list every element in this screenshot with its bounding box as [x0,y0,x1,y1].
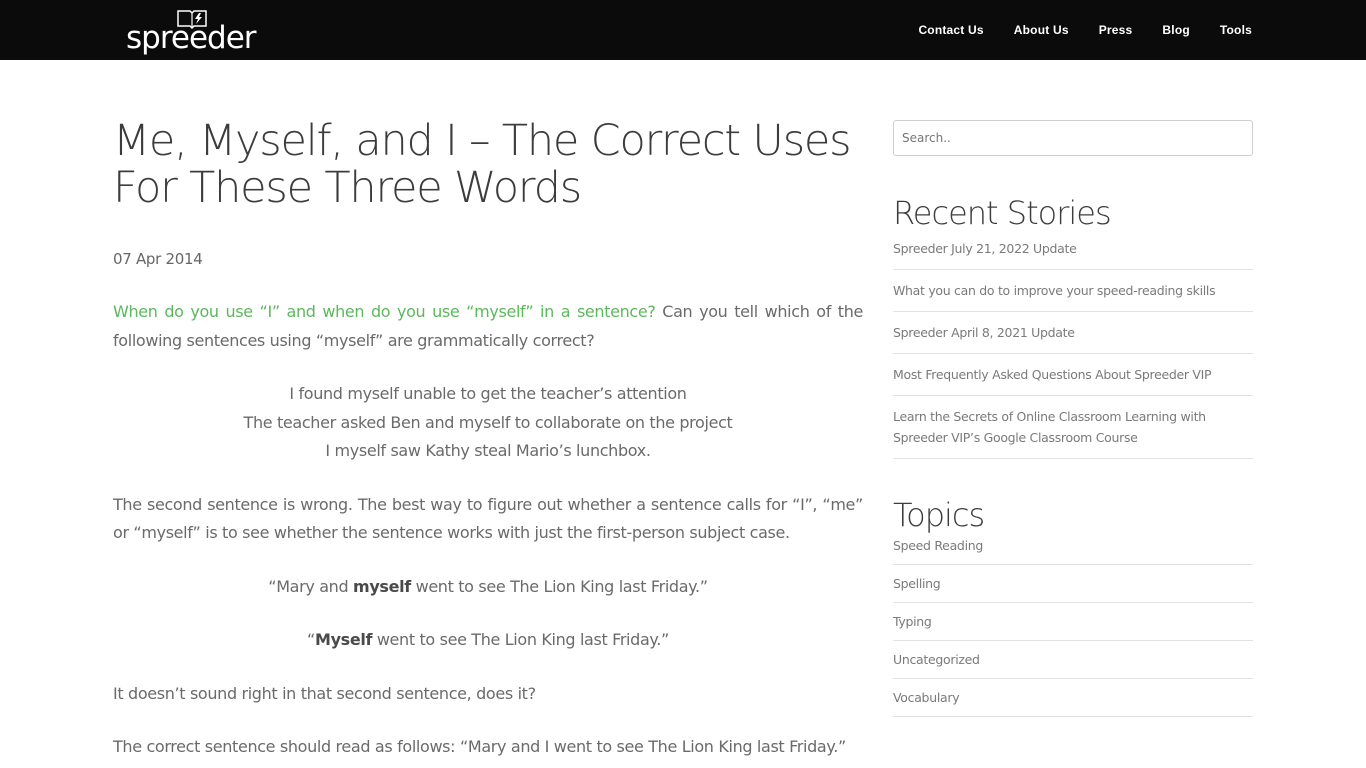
nav-press[interactable]: Press [1099,23,1133,37]
article: Me, Myself, and I – The Correct Uses For… [113,118,863,762]
example-text: went to see The Lion King last Friday.” [372,630,669,649]
intro-highlight: When do you use “I” and when do you use … [113,302,656,321]
nav-tools[interactable]: Tools [1220,23,1252,37]
correct-sentence-paragraph: The correct sentence should read as foll… [113,737,846,756]
site-logo[interactable]: spreeder [126,9,266,55]
explanation-paragraph: The second sentence is wrong. The best w… [113,494,863,543]
example-text: went to see The Lion King last Friday.” [410,576,708,596]
recent-story-link[interactable]: What you can do to improve your speed-re… [893,270,1253,312]
nav-blog[interactable]: Blog [1162,23,1189,37]
search-input[interactable] [893,120,1253,156]
top-navbar: spreeder Contact Us About Us Press Blog … [0,0,1366,60]
recent-stories-list: Spreeder July 21, 2022 Update What you c… [893,233,1253,459]
topic-spelling[interactable]: Spelling [893,565,1253,603]
recent-stories-heading: Recent Stories [893,194,1112,232]
recent-story-link[interactable]: Learn the Secrets of Online Classroom Le… [893,396,1253,459]
recent-story-link[interactable]: Spreeder July 21, 2022 Update [893,233,1253,270]
example-myself: “Myself went to see The Lion King last F… [113,626,863,655]
example-text: “ [307,630,315,649]
sidebar: Recent Stories Spreeder July 21, 2022 Up… [893,120,1253,717]
example-sentence: The teacher asked Ben and myself to coll… [243,412,733,432]
example-sentence: I found myself unable to get the teacher… [289,384,687,403]
recent-story-link[interactable]: Most Frequently Asked Questions About Sp… [893,354,1253,396]
intro-paragraph: When do you use “I” and when do you use … [113,298,863,355]
question-paragraph: It doesn’t sound right in that second se… [113,683,536,703]
topic-typing[interactable]: Typing [893,603,1253,641]
nav-about-us[interactable]: About Us [1014,23,1069,37]
example-mary-and-myself: “Mary and myself went to see The Lion Ki… [113,573,863,602]
article-date: 07 Apr 2014 [113,250,203,268]
nav-contact-us[interactable]: Contact Us [918,23,983,37]
topic-uncategorized[interactable]: Uncategorized [893,641,1253,679]
article-title: Me, Myself, and I – The Correct Uses For… [113,116,852,213]
topic-speed-reading[interactable]: Speed Reading [893,535,1253,565]
example-sentences: I found myself unable to get the teacher… [113,380,863,466]
main-nav: Contact Us About Us Press Blog Tools [888,0,1252,60]
example-text: “Mary and [268,576,354,596]
logo-wordmark: spreeder [126,20,257,56]
example-bold: myself [353,576,411,596]
recent-story-link[interactable]: Spreeder April 8, 2021 Update [893,312,1253,354]
example-sentence: I myself saw Kathy steal Mario’s lunchbo… [325,441,651,460]
topic-vocabulary[interactable]: Vocabulary [893,679,1253,717]
example-bold: Myself [315,630,373,649]
topics-list: Speed Reading Spelling Typing Uncategori… [893,535,1253,717]
topics-heading: Topics [893,496,985,534]
